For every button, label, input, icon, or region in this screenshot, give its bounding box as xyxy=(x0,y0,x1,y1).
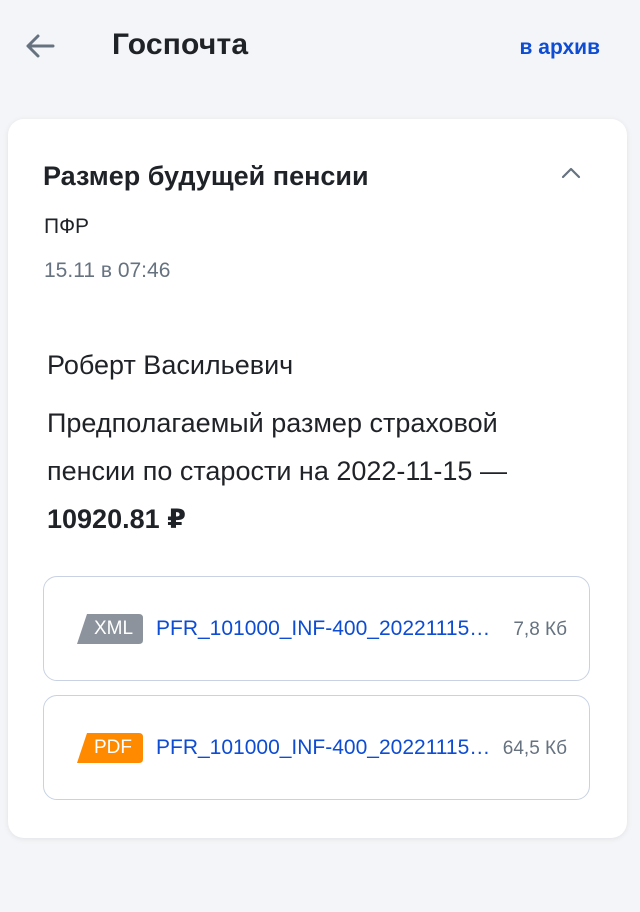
pension-amount: 10920.81 ₽ xyxy=(47,504,186,534)
attachment-name[interactable]: PFR_101000_INF-400_20221115.pdf xyxy=(156,736,491,760)
attachment-size: 7,8 Кб xyxy=(513,619,567,640)
collapse-button[interactable] xyxy=(559,163,583,183)
file-type-label: XML xyxy=(94,618,134,639)
archive-link[interactable]: в архив xyxy=(520,36,600,60)
back-button[interactable] xyxy=(22,30,58,62)
xml-file-icon: XML xyxy=(77,614,143,644)
page-title: Госпочта xyxy=(112,28,249,61)
attachment-pdf[interactable]: PDF PFR_101000_INF-400_20221115.pdf 64,5… xyxy=(43,695,590,800)
message-card: Размер будущей пенсии ПФР 15.11 в 07:46 … xyxy=(8,119,627,838)
arrow-left-icon xyxy=(26,34,55,58)
message-body: Роберт Васильевич Предполагаемый размер … xyxy=(47,341,587,543)
message-text: Предполагаемый размер страховой пенсии п… xyxy=(47,408,507,486)
app-header: Госпочта в архив xyxy=(0,0,640,100)
pdf-file-icon: PDF xyxy=(77,733,143,763)
chevron-up-icon xyxy=(561,167,581,179)
message-subject: Размер будущей пенсии xyxy=(43,161,369,191)
attachment-size: 64,5 Кб xyxy=(502,738,567,759)
file-type-label: PDF xyxy=(94,737,132,758)
message-sender: ПФР xyxy=(44,215,90,238)
attachment-xml[interactable]: XML PFR_101000_INF-400_20221115.xml 7,8 … xyxy=(43,576,590,681)
attachment-name[interactable]: PFR_101000_INF-400_20221115.xml xyxy=(156,617,491,641)
message-date: 15.11 в 07:46 xyxy=(44,259,171,282)
message-greeting: Роберт Васильевич xyxy=(47,350,294,380)
